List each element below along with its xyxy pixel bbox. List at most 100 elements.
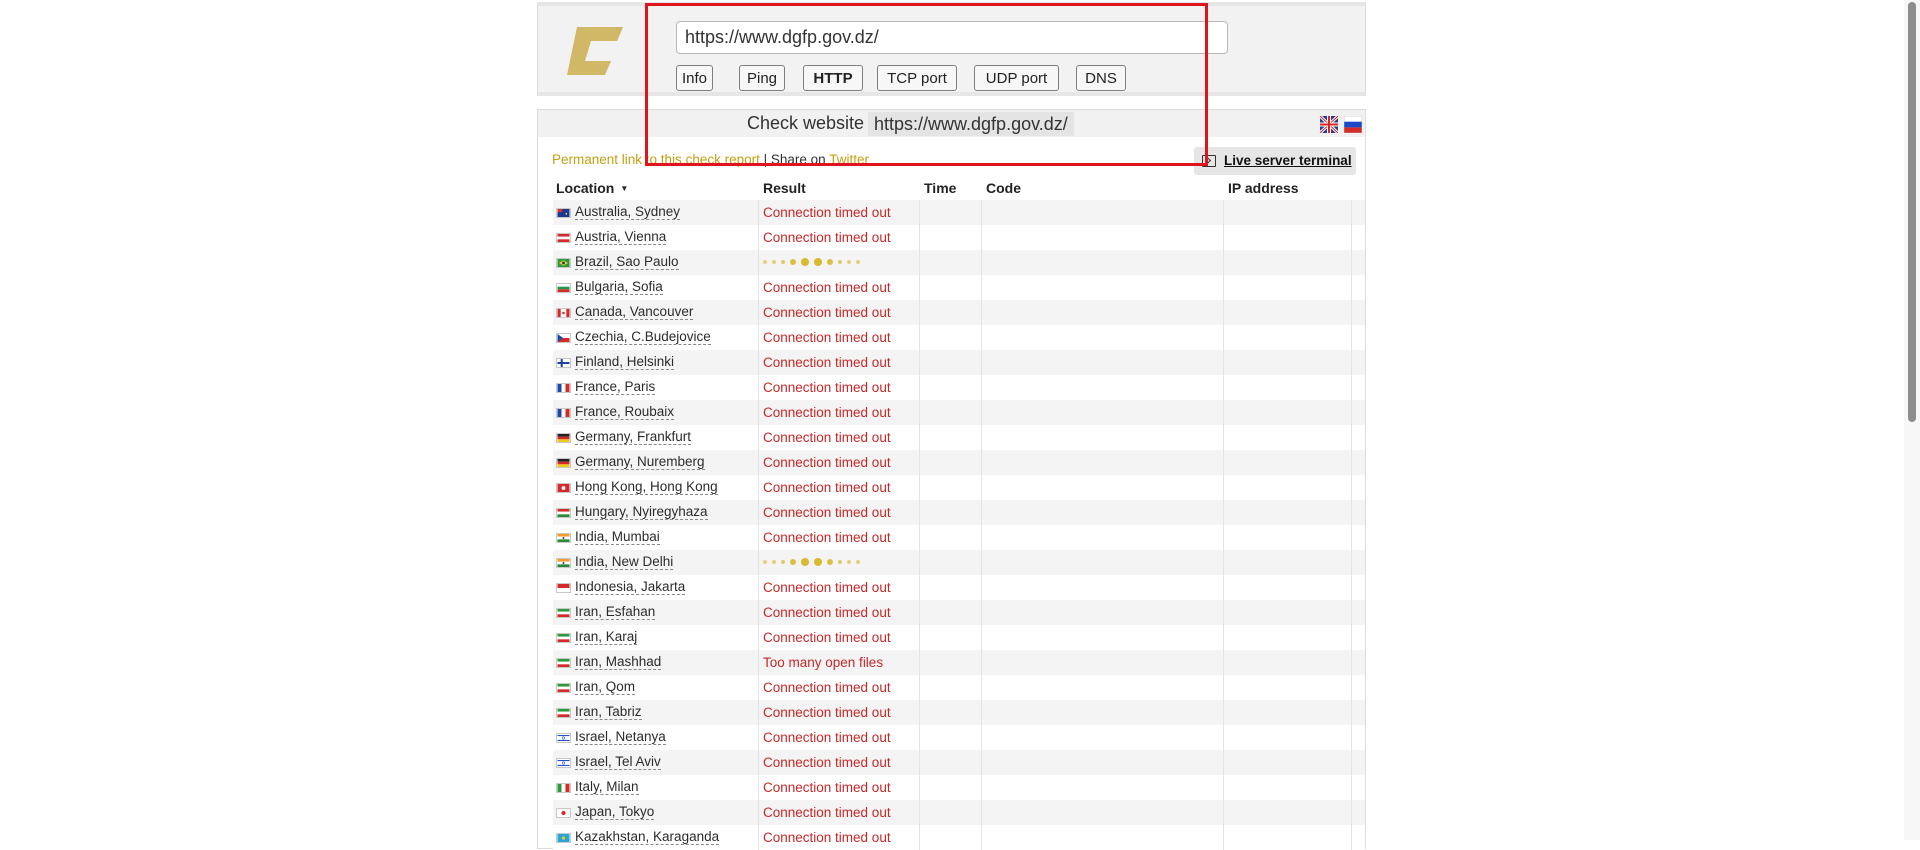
time-cell <box>920 275 982 300</box>
scrollbar[interactable] <box>1904 0 1920 840</box>
time-cell <box>920 525 982 550</box>
location-cell: Iran, Tabriz <box>553 700 759 725</box>
ru-flag-icon[interactable] <box>1344 116 1362 133</box>
tab-tcp-port[interactable]: TCP port <box>877 65 957 91</box>
location-link[interactable]: Italy, Milan <box>575 780 639 795</box>
ir-flag-icon <box>556 683 571 693</box>
result-text: Connection timed out <box>763 780 891 795</box>
location-link[interactable]: Hungary, Nyiregyhaza <box>575 505 708 520</box>
ca-flag-icon <box>556 308 571 318</box>
time-cell <box>920 325 982 350</box>
tab-ping[interactable]: Ping <box>739 65 785 91</box>
location-cell: Bulgaria, Sofia <box>553 275 759 300</box>
jp-flag-icon <box>556 808 571 818</box>
scrollbar-thumb[interactable] <box>1908 2 1916 422</box>
location-link[interactable]: India, New Delhi <box>575 555 674 570</box>
result-cell: Connection timed out <box>759 275 920 300</box>
time-cell <box>920 600 982 625</box>
table-row: Kazakhstan, Karaganda Connection timed ou… <box>553 825 1365 850</box>
column-time: Time <box>924 180 957 196</box>
permanent-link[interactable]: Permanent link to this check report <box>552 152 760 167</box>
location-link[interactable]: India, Mumbai <box>575 530 660 545</box>
table-row: Finland, Helsinki Connection timed out <box>553 350 1365 375</box>
location-link[interactable]: Iran, Tabriz <box>575 705 642 720</box>
result-text: Connection timed out <box>763 405 891 420</box>
location-link[interactable]: Finland, Helsinki <box>575 355 675 370</box>
uk-flag-icon[interactable] <box>1320 116 1338 133</box>
location-link[interactable]: Canada, Vancouver <box>575 305 694 320</box>
time-cell <box>920 475 982 500</box>
location-link[interactable]: France, Roubaix <box>575 405 675 420</box>
loading-dot <box>847 260 851 264</box>
code-cell <box>982 800 1224 825</box>
url-input[interactable] <box>676 21 1228 54</box>
column-location[interactable]: Location ▼ <box>556 180 628 196</box>
location-link[interactable]: Indonesia, Jakarta <box>575 580 686 595</box>
twitter-link[interactable]: Twitter <box>829 152 869 167</box>
loading-dot <box>827 259 833 265</box>
loading-dot <box>763 560 767 564</box>
location-cell: Israel, Netanya <box>553 725 759 750</box>
fr-flag-icon <box>556 383 571 393</box>
result-cell: Connection timed out <box>759 525 920 550</box>
hk-flag-icon <box>556 483 571 493</box>
loading-dot <box>772 560 776 564</box>
result-cell: Connection timed out <box>759 425 920 450</box>
location-link[interactable]: Iran, Esfahan <box>575 605 656 620</box>
table-row: Iran, Mashhad Too many open files <box>553 650 1365 675</box>
location-link[interactable]: Germany, Frankfurt <box>575 430 692 445</box>
location-link[interactable]: Israel, Netanya <box>575 730 666 745</box>
result-cell: Connection timed out <box>759 700 920 725</box>
location-link[interactable]: Israel, Tel Aviv <box>575 755 661 770</box>
ip-cell <box>1224 475 1352 500</box>
result-cell: Connection timed out <box>759 750 920 775</box>
terminal-icon <box>1202 155 1216 167</box>
table-row: Czechia, C.Budejovice Connection timed ou… <box>553 325 1365 350</box>
location-link[interactable]: Iran, Mashhad <box>575 655 662 670</box>
location-cell: Iran, Qom <box>553 675 759 700</box>
location-link[interactable]: Iran, Karaj <box>575 630 638 645</box>
location-link[interactable]: Brazil, Sao Paulo <box>575 255 679 270</box>
permalink-separator: | <box>759 152 771 167</box>
loading-dot <box>781 260 785 264</box>
tab-udp-port[interactable]: UDP port <box>974 65 1059 91</box>
ip-cell <box>1224 650 1352 675</box>
location-link[interactable]: France, Paris <box>575 380 656 395</box>
loading-dot <box>781 560 785 564</box>
check-host-logo[interactable] <box>565 23 625 79</box>
tab-dns[interactable]: DNS <box>1076 65 1126 91</box>
location-link[interactable]: Iran, Qom <box>575 680 636 695</box>
location-link[interactable]: Germany, Nuremberg <box>575 455 705 470</box>
bg-flag-icon <box>556 283 571 293</box>
location-cell: Indonesia, Jakarta <box>553 575 759 600</box>
ip-cell <box>1224 300 1352 325</box>
ip-cell <box>1224 500 1352 525</box>
tab-info[interactable]: Info <box>676 65 713 91</box>
code-cell <box>982 500 1224 525</box>
results-table: Location ▼ Result Time Code IP address Au… <box>553 178 1365 850</box>
result-cell: Connection timed out <box>759 450 920 475</box>
table-row: India, Mumbai Connection timed out <box>553 525 1365 550</box>
code-cell <box>982 650 1224 675</box>
location-link[interactable]: Czechia, C.Budejovice <box>575 330 711 345</box>
location-link[interactable]: Hong Kong, Hong Kong <box>575 480 718 495</box>
code-cell <box>982 375 1224 400</box>
location-link[interactable]: Australia, Sydney <box>575 205 681 220</box>
result-text: Connection timed out <box>763 230 891 245</box>
table-row: Iran, Qom Connection timed out <box>553 675 1365 700</box>
table-row: Hong Kong, Hong Kong Connection timed out <box>553 475 1365 500</box>
tab-http[interactable]: HTTP <box>803 65 863 91</box>
ip-cell <box>1224 325 1352 350</box>
location-link[interactable]: Japan, Tokyo <box>575 805 655 820</box>
live-terminal-button[interactable]: Live server terminal <box>1194 147 1356 175</box>
code-cell <box>982 600 1224 625</box>
it-flag-icon <box>556 783 571 793</box>
loading-dot <box>838 260 842 264</box>
page-container: Info Ping HTTP TCP port UDP port DNS Che… <box>537 0 1368 850</box>
location-link[interactable]: Austria, Vienna <box>575 230 667 245</box>
time-cell <box>920 750 982 775</box>
location-link[interactable]: Bulgaria, Sofia <box>575 280 663 295</box>
location-cell: Hong Kong, Hong Kong <box>553 475 759 500</box>
location-link[interactable]: Kazakhstan, Karaganda <box>575 830 720 845</box>
result-cell: Connection timed out <box>759 200 920 225</box>
